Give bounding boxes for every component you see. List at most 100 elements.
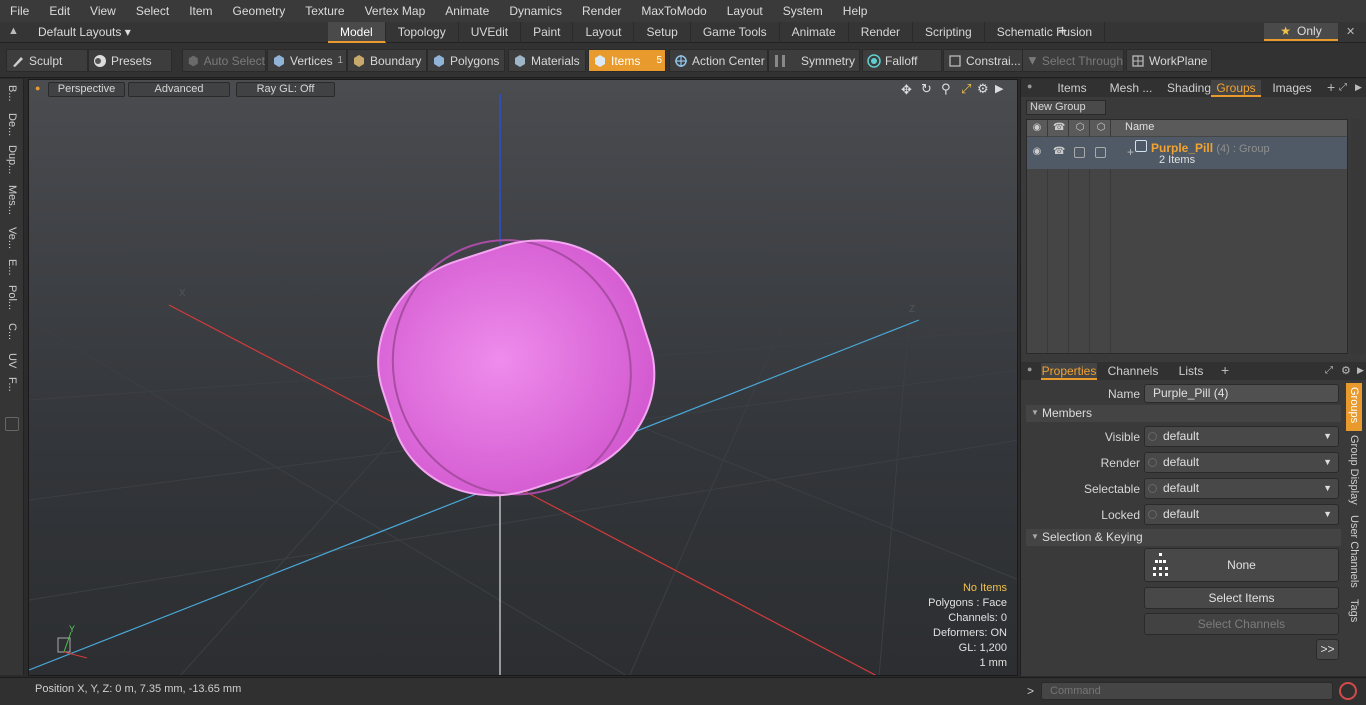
- menu-maxtomodo[interactable]: MaxToModo: [631, 0, 716, 22]
- menu-help[interactable]: Help: [833, 0, 878, 22]
- add-tab-icon[interactable]: +: [1058, 22, 1067, 42]
- rotate-icon[interactable]: ↻: [921, 81, 932, 97]
- tab-shading[interactable]: Shading: [1161, 80, 1217, 97]
- falloff-button[interactable]: Falloff: [862, 49, 942, 72]
- purple-pill-mesh[interactable]: [349, 203, 683, 529]
- auto-select-button[interactable]: Auto Select: [182, 49, 266, 72]
- strip-tab-1[interactable]: B...: [4, 85, 20, 102]
- menu-vertex-map[interactable]: Vertex Map: [355, 0, 436, 22]
- strip-tab-2[interactable]: De...: [4, 113, 20, 136]
- tab-paint[interactable]: Paint: [521, 22, 574, 43]
- sculpt-button[interactable]: Sculpt: [6, 49, 88, 72]
- more-button[interactable]: >>: [1316, 639, 1339, 660]
- eye-icon[interactable]: ◉: [1031, 146, 1043, 158]
- locked-dropdown[interactable]: default ▼: [1144, 504, 1339, 525]
- menu-dynamics[interactable]: Dynamics: [499, 0, 572, 22]
- tab-uvedit[interactable]: UVEdit: [459, 22, 522, 43]
- render-dropdown[interactable]: default ▼: [1144, 452, 1339, 473]
- strip-extra-icon[interactable]: [5, 417, 19, 431]
- tab-lists[interactable]: Lists: [1167, 363, 1215, 380]
- gear-icon[interactable]: ⚙: [977, 81, 989, 97]
- menu-view[interactable]: View: [80, 0, 126, 22]
- groups-list-scrollbar[interactable]: [1351, 119, 1365, 354]
- render-toggle-icon[interactable]: ☎: [1053, 146, 1065, 158]
- tab-game-tools[interactable]: Game Tools: [691, 22, 780, 43]
- vertices-button[interactable]: Vertices 1: [267, 49, 347, 72]
- tab-mesh[interactable]: Mesh ...: [1101, 80, 1161, 97]
- symmetry-button[interactable]: Symmetry: [768, 49, 860, 72]
- tab-render[interactable]: Render: [849, 22, 914, 43]
- items-button[interactable]: Items 5: [588, 49, 666, 72]
- strip-tab-5[interactable]: Ve...: [4, 227, 20, 249]
- strip-tab-10[interactable]: F...: [4, 377, 20, 392]
- tab-layout[interactable]: Layout: [573, 22, 635, 43]
- lock-checkbox[interactable]: [1074, 147, 1085, 158]
- presets-button[interactable]: Presets: [88, 49, 172, 72]
- menu-edit[interactable]: Edit: [39, 0, 80, 22]
- play-arrow-icon[interactable]: ▶: [995, 82, 1003, 95]
- menu-animate[interactable]: Animate: [435, 0, 499, 22]
- tab-animate[interactable]: Animate: [780, 22, 849, 43]
- tab-items[interactable]: Items: [1043, 80, 1101, 97]
- add-tab-plus-icon[interactable]: +: [1327, 79, 1335, 95]
- default-layouts-dropdown[interactable]: Default Layouts ▾: [38, 22, 131, 42]
- menu-texture[interactable]: Texture: [295, 0, 354, 22]
- select-items-button[interactable]: Select Items: [1144, 587, 1339, 609]
- 3d-viewport[interactable]: X Z Y ● Perspective Advanced Ray GL: Off…: [28, 79, 1018, 676]
- workplane-button[interactable]: WorkPlane: [1126, 49, 1212, 72]
- action-center-button[interactable]: Action Center: [669, 49, 768, 72]
- group-row-purple-pill[interactable]: ◉ ☎ + Purple_Pill (4) : Group 2 Items: [1027, 137, 1347, 169]
- menu-render[interactable]: Render: [572, 0, 631, 22]
- strip-tab-7[interactable]: Pol...: [4, 285, 20, 310]
- menu-layout[interactable]: Layout: [717, 0, 773, 22]
- record-macro-icon[interactable]: [1339, 682, 1357, 700]
- properties-arrow-icon[interactable]: ▶: [1357, 365, 1364, 376]
- properties-expand-icon[interactable]: ⤢: [1325, 365, 1333, 376]
- strip-tab-3[interactable]: Dup...: [4, 145, 20, 174]
- group-name-field[interactable]: Purple_Pill (4): [1144, 384, 1339, 403]
- visible-dropdown[interactable]: default ▼: [1144, 426, 1339, 447]
- materials-button[interactable]: Materials: [508, 49, 586, 72]
- properties-menu-dot-icon[interactable]: ●: [1027, 364, 1032, 374]
- tab-images[interactable]: Images: [1267, 80, 1317, 97]
- selectable-dropdown[interactable]: default ▼: [1144, 478, 1339, 499]
- panel-arrow-icon[interactable]: ▶: [1355, 82, 1362, 93]
- constraints-button[interactable]: Constrai...: [943, 49, 1023, 72]
- properties-gear-icon[interactable]: ⚙: [1341, 364, 1351, 377]
- new-group-button[interactable]: New Group: [1026, 100, 1106, 115]
- panel-menu-dot-icon[interactable]: ●: [1027, 81, 1032, 91]
- tab-model[interactable]: Model: [328, 22, 386, 43]
- raygl-toggle[interactable]: Ray GL: Off: [236, 82, 335, 97]
- side-tab-tags[interactable]: Tags: [1346, 599, 1362, 629]
- zoom-icon[interactable]: ⚲: [941, 81, 951, 97]
- polygons-button[interactable]: Polygons: [427, 49, 505, 72]
- selection-keying-section[interactable]: ▼ Selection & Keying: [1026, 529, 1341, 546]
- perspective-dropdown[interactable]: Perspective: [48, 82, 125, 97]
- select-through-button[interactable]: Select Through: [1022, 49, 1124, 72]
- tab-properties[interactable]: Properties: [1041, 363, 1097, 380]
- menu-select[interactable]: Select: [126, 0, 179, 22]
- none-button[interactable]: None: [1144, 548, 1339, 582]
- side-tab-group-display[interactable]: Group Display: [1346, 435, 1362, 505]
- expand-group-icon[interactable]: +: [1127, 145, 1134, 159]
- advanced-dropdown[interactable]: Advanced: [128, 82, 230, 97]
- side-tab-user-channels[interactable]: User Channels: [1346, 515, 1362, 589]
- side-tab-groups[interactable]: Groups: [1346, 383, 1362, 431]
- command-input[interactable]: [1041, 682, 1333, 700]
- menu-item[interactable]: Item: [179, 0, 222, 22]
- tab-channels[interactable]: Channels: [1105, 363, 1161, 380]
- strip-tab-9[interactable]: UV: [4, 353, 20, 368]
- members-section[interactable]: ▼ Members: [1026, 405, 1341, 422]
- selectable-checkbox[interactable]: [1095, 147, 1106, 158]
- strip-tab-8[interactable]: C...: [4, 323, 20, 340]
- tab-groups[interactable]: Groups: [1211, 80, 1261, 97]
- pan-icon[interactable]: ✥: [901, 82, 912, 98]
- strip-tab-6[interactable]: E...: [4, 259, 20, 276]
- only-toggle[interactable]: ★ Only: [1264, 23, 1338, 41]
- add-properties-tab-icon[interactable]: +: [1221, 362, 1229, 378]
- boundary-button[interactable]: Boundary: [347, 49, 427, 72]
- tab-schematic-fusion[interactable]: Schematic Fusion: [985, 22, 1106, 43]
- layout-arrow-icon[interactable]: ▲: [8, 25, 22, 39]
- close-icon[interactable]: ✕: [1346, 22, 1355, 42]
- expand-icon[interactable]: ⤢: [1339, 82, 1347, 93]
